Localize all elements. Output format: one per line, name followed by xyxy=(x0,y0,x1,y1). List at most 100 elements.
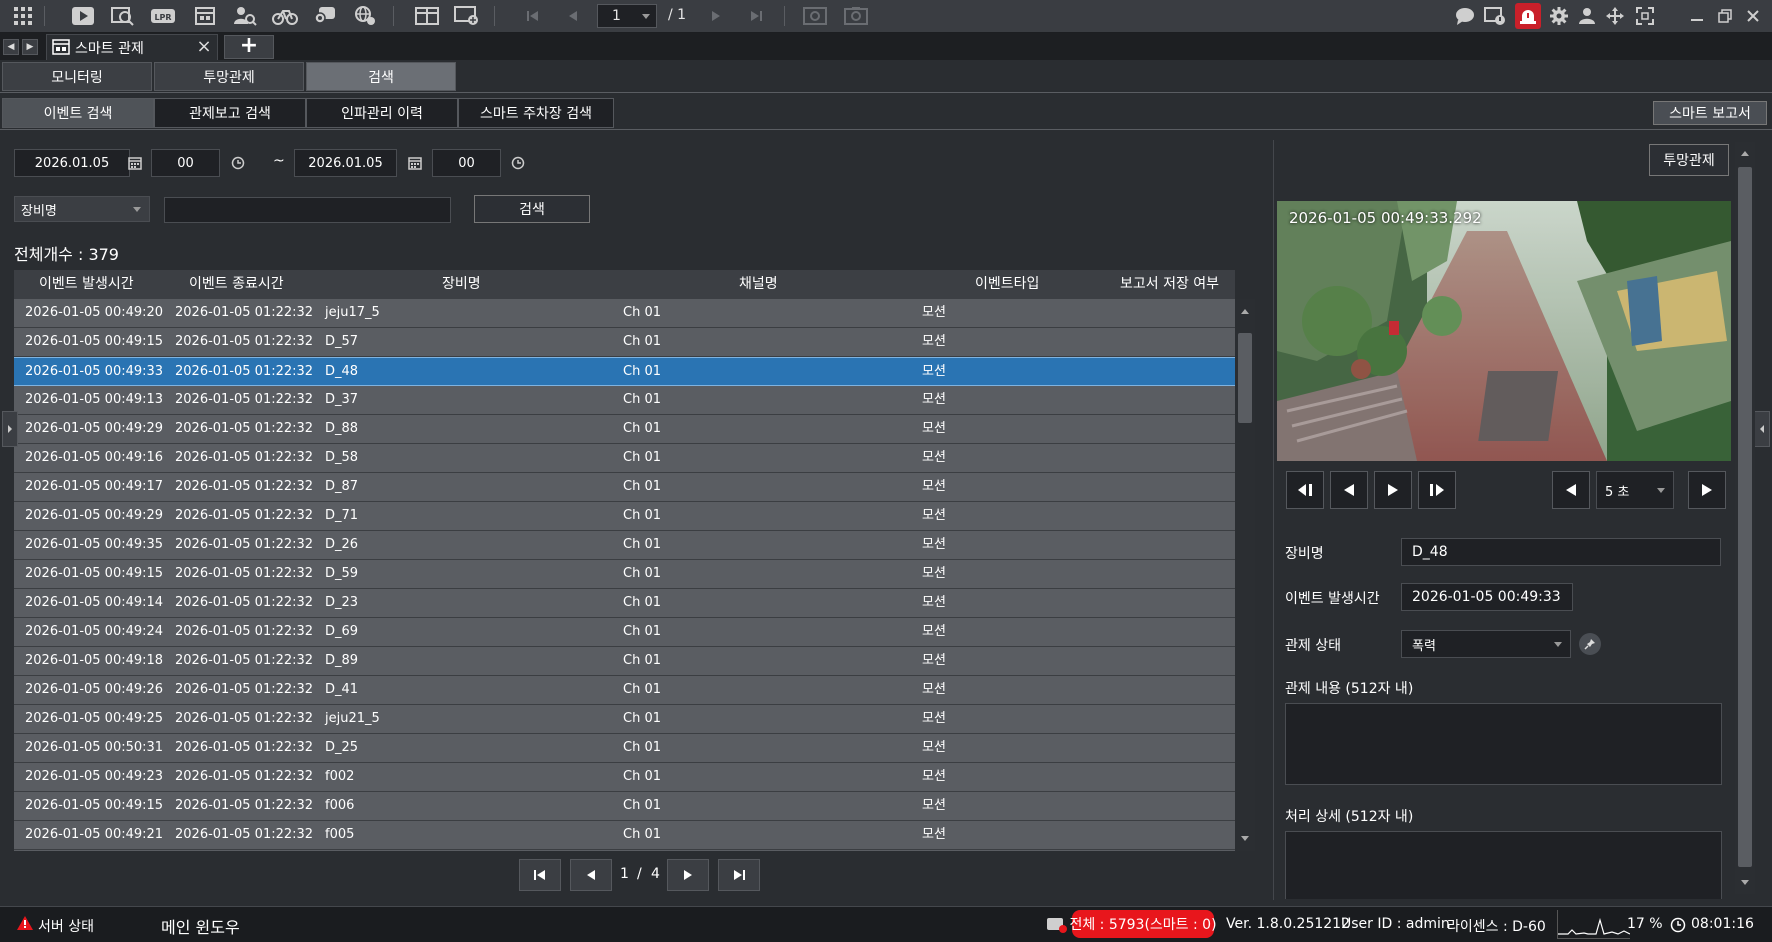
column-header[interactable]: 이벤트타입 xyxy=(975,270,1039,299)
keyword-input[interactable] xyxy=(164,197,451,223)
video-preview[interactable]: 2026-01-05 00:49:33.292 xyxy=(1277,201,1731,461)
search-button[interactable]: 검색 xyxy=(474,195,590,223)
rewind-button[interactable] xyxy=(1330,471,1368,509)
table-row[interactable]: 2026-01-05 00:50:31 2026-01-05 01:22:32 D_… xyxy=(14,734,1235,763)
column-header[interactable]: 채널명 xyxy=(739,270,778,299)
left-panel-toggle[interactable] xyxy=(2,411,18,447)
scroll-down-icon[interactable] xyxy=(1741,880,1749,885)
bicycle-icon[interactable] xyxy=(272,3,298,29)
table-row[interactable]: 2026-01-05 00:49:26 2026-01-05 01:22:32 D_… xyxy=(14,676,1235,705)
table-row[interactable]: 2026-01-05 00:49:25 2026-01-05 01:22:32 je… xyxy=(14,705,1235,734)
page-number-select[interactable]: 1 xyxy=(597,4,657,28)
pager-last-button[interactable] xyxy=(718,859,760,891)
end-hour-field[interactable]: 00 xyxy=(432,149,501,177)
user-icon[interactable] xyxy=(1574,3,1600,29)
close-icon[interactable] xyxy=(1740,3,1766,29)
interval-prev-button[interactable] xyxy=(1552,471,1590,509)
pager-next-button[interactable] xyxy=(667,859,709,891)
prev-page-icon[interactable] xyxy=(560,3,586,29)
table-row[interactable]: 2026-01-05 00:49:33 2026-01-05 01:22:32 D_… xyxy=(14,357,1235,386)
alarm-icon[interactable] xyxy=(1515,3,1541,29)
tab-scroll-right-button[interactable]: ▶ xyxy=(22,39,38,55)
scroll-up-icon[interactable] xyxy=(1241,309,1249,314)
tab-crowd-history[interactable]: 인파관리 이력 xyxy=(306,98,458,128)
content-textarea[interactable] xyxy=(1285,703,1722,785)
monitor-alert-icon[interactable] xyxy=(1482,3,1508,29)
add-screen-icon[interactable] xyxy=(454,3,480,29)
table-row[interactable]: 2026-01-05 00:49:15 2026-01-05 01:22:32 f0… xyxy=(14,792,1235,821)
tab-scroll-left-button[interactable]: ◀ xyxy=(3,39,19,55)
tab-tumang-control[interactable]: 투망관제 xyxy=(154,62,304,91)
filter-field-select[interactable]: 장비명 xyxy=(14,196,150,222)
network-gear-icon[interactable] xyxy=(352,3,378,29)
table-row[interactable]: 2026-01-05 00:49:29 2026-01-05 01:22:32 D_… xyxy=(14,415,1235,444)
column-header[interactable]: 이벤트 발생시간 xyxy=(39,270,134,299)
status-select[interactable]: 폭력 xyxy=(1401,630,1571,658)
start-date-field[interactable]: 2026.01.05 xyxy=(14,149,130,177)
server-status[interactable]: 서버 상태 xyxy=(38,916,94,936)
fullscreen-icon[interactable] xyxy=(1632,3,1658,29)
table-row[interactable]: 2026-01-05 00:49:35 2026-01-05 01:22:32 D_… xyxy=(14,531,1235,560)
first-page-icon[interactable] xyxy=(520,3,546,29)
end-date-field[interactable]: 2026.01.05 xyxy=(294,149,397,177)
scroll-down-icon[interactable] xyxy=(1241,836,1249,841)
search-video-icon[interactable] xyxy=(110,3,136,29)
minimize-icon[interactable] xyxy=(1684,3,1710,29)
play-button[interactable] xyxy=(1374,471,1412,509)
tab-control-report-search[interactable]: 관제보고 검색 xyxy=(154,98,306,128)
column-header[interactable]: 이벤트 종료시간 xyxy=(189,270,284,299)
panel-scrollbar[interactable] xyxy=(1735,142,1755,894)
step-forward-button[interactable] xyxy=(1418,471,1456,509)
table-row[interactable]: 2026-01-05 00:49:17 2026-01-05 01:22:32 D_… xyxy=(14,473,1235,502)
event-time-field[interactable]: 2026-01-05 00:49:33 xyxy=(1401,583,1573,611)
pin-icon[interactable] xyxy=(1579,633,1601,655)
move-icon[interactable] xyxy=(1602,3,1628,29)
notification-icon[interactable] xyxy=(1046,916,1068,934)
next-page-icon[interactable] xyxy=(703,3,729,29)
person-search-icon[interactable] xyxy=(232,3,258,29)
camera-list-icon[interactable] xyxy=(192,3,218,29)
clock-icon[interactable] xyxy=(508,153,528,173)
tumang-control-button[interactable]: 투망관제 xyxy=(1649,144,1729,176)
table-row[interactable]: 2026-01-05 00:49:13 2026-01-05 01:22:32 D_… xyxy=(14,386,1235,415)
clock-icon[interactable] xyxy=(228,153,248,173)
table-row[interactable]: 2026-01-05 00:49:16 2026-01-05 01:22:32 D_… xyxy=(14,444,1235,473)
layout-icon[interactable] xyxy=(414,3,440,29)
scroll-up-icon[interactable] xyxy=(1741,151,1749,156)
lpr-icon[interactable]: LPR xyxy=(150,3,176,29)
detail-textarea[interactable] xyxy=(1285,831,1722,899)
scroll-thumb[interactable] xyxy=(1738,167,1752,867)
pager-prev-button[interactable] xyxy=(570,859,612,891)
table-row[interactable]: 2026-01-05 00:49:23 2026-01-05 01:22:32 f0… xyxy=(14,763,1235,792)
scroll-thumb[interactable] xyxy=(1238,333,1252,423)
gear-icon[interactable] xyxy=(1546,3,1572,29)
sequence-icon[interactable] xyxy=(802,3,828,29)
smart-report-button[interactable]: 스마트 보고서 xyxy=(1653,101,1767,125)
table-row[interactable]: 2026-01-05 00:49:15 2026-01-05 01:22:32 D_… xyxy=(14,328,1235,357)
grid-icon[interactable] xyxy=(10,3,36,29)
pager-first-button[interactable] xyxy=(519,859,561,891)
start-hour-field[interactable]: 00 xyxy=(151,149,220,177)
table-row[interactable]: 2026-01-05 00:49:14 2026-01-05 01:22:32 D_… xyxy=(14,589,1235,618)
close-icon[interactable]: × xyxy=(195,38,213,56)
tab-smart-control[interactable]: 스마트 관제 × xyxy=(46,34,218,60)
tab-monitoring[interactable]: 모니터링 xyxy=(2,62,152,91)
total-alert-badge[interactable]: 전체 : 5793(스마트 : 0) xyxy=(1069,910,1217,938)
calendar-icon[interactable] xyxy=(405,153,425,173)
column-header[interactable]: 장비명 xyxy=(442,270,481,299)
table-row[interactable]: 2026-01-05 00:49:21 2026-01-05 01:22:32 f0… xyxy=(14,821,1235,850)
snapshot-icon[interactable] xyxy=(843,3,869,29)
table-row[interactable]: 2026-01-05 00:49:20 2026-01-05 01:22:32 je… xyxy=(14,299,1235,328)
map-chat-icon[interactable] xyxy=(312,3,338,29)
playback-icon[interactable] xyxy=(70,3,96,29)
interval-next-button[interactable] xyxy=(1688,471,1726,509)
table-scrollbar[interactable] xyxy=(1235,299,1255,851)
table-row[interactable]: 2026-01-05 00:49:15 2026-01-05 01:22:32 D_… xyxy=(14,560,1235,589)
tab-event-search[interactable]: 이벤트 검색 xyxy=(2,98,154,128)
restore-icon[interactable] xyxy=(1712,3,1738,29)
table-row[interactable]: 2026-01-05 00:49:18 2026-01-05 01:22:32 D_… xyxy=(14,647,1235,676)
calendar-icon[interactable] xyxy=(125,153,145,173)
chat-icon[interactable] xyxy=(1452,3,1478,29)
add-tab-button[interactable]: + xyxy=(224,35,274,59)
right-panel-toggle[interactable] xyxy=(1754,411,1770,447)
